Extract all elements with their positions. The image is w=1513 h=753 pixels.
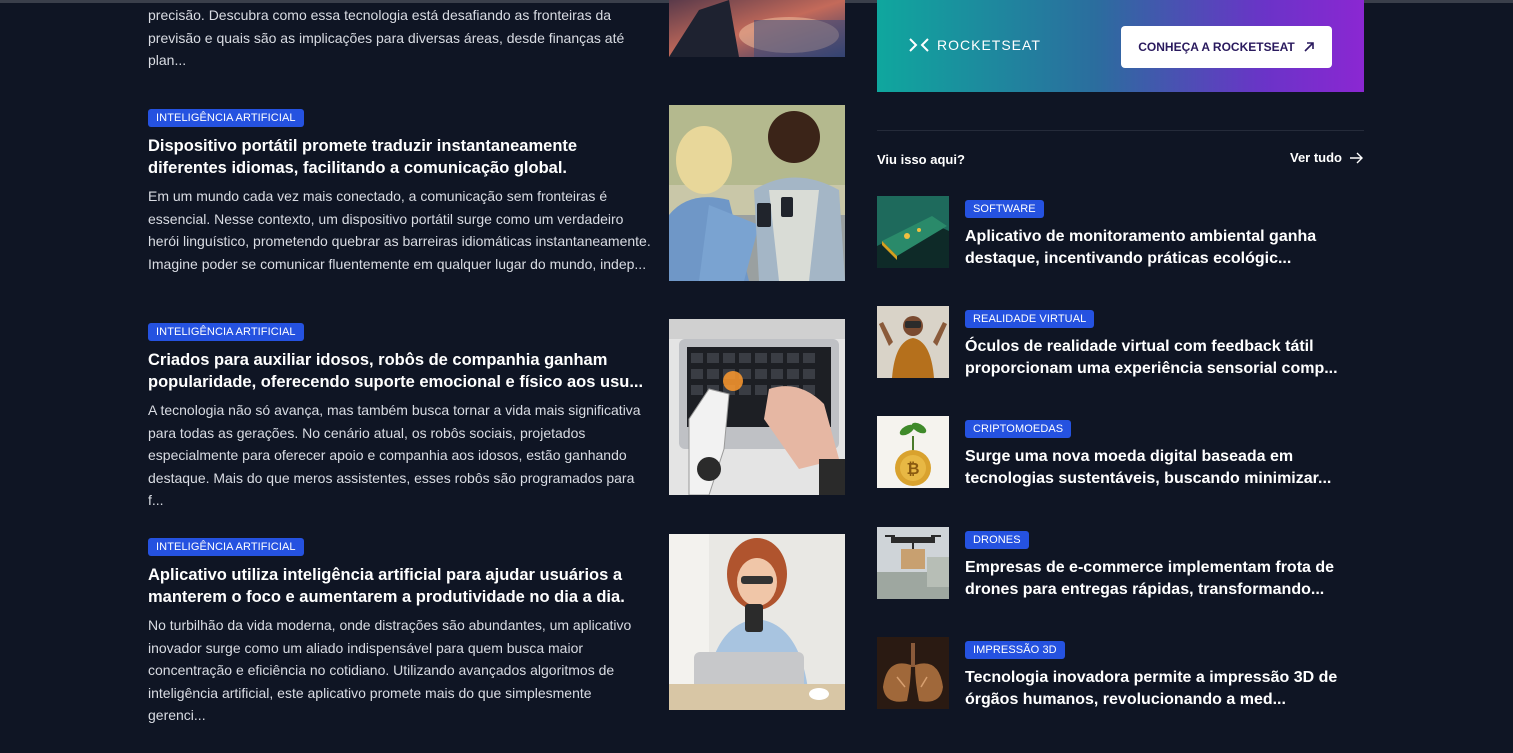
arrow-right-icon [1350, 152, 1363, 163]
sidebar-item-title[interactable]: Tecnologia inovadora permite a impressão… [965, 667, 1364, 711]
cta-label: CONHEÇA A ROCKETSEAT [1138, 40, 1295, 54]
title-line: popularidade, oferecendo suporte emocion… [148, 373, 644, 391]
excerpt-line: essencial. Nesse contexto, um dispositiv… [148, 210, 624, 227]
category-tag[interactable]: IMPRESSÃO 3D [965, 641, 1065, 659]
title-line: Aplicativo utiliza inteligência artifici… [148, 566, 623, 584]
excerpt-line: concentração e eficiência no cotidiano. … [148, 662, 615, 678]
sidebar-item-thumbnail[interactable]: ₿ [877, 416, 949, 488]
sidebar-item-thumbnail[interactable] [877, 637, 949, 709]
sidebar-item[interactable]: IMPRESSÃO 3D Tecnologia inovadora permit… [877, 637, 1364, 709]
title-line: proporcionam uma experiência sensorial c… [965, 360, 1338, 377]
sidebar-item[interactable]: SOFTWARE Aplicativo de monitoramento amb… [877, 196, 1364, 268]
excerpt-line: inteligência artificial, este aplicativo… [148, 684, 592, 724]
title-line: Aplicativo de monitoramento ambiental ga… [965, 228, 1317, 245]
see-all-label: Ver tudo [1289, 150, 1342, 165]
article-excerpt: precisão. Descubra como essa tecnologia … [148, 4, 651, 72]
sidebar-item-title[interactable]: Surge uma nova moeda digital baseada em … [965, 446, 1364, 490]
excerpt-line: para todas as gerações. No cenário atual… [148, 424, 586, 441]
title-line: drones para entregas rápidas, transforma… [965, 581, 1325, 598]
title-line: Dispositivo portátil promete traduzir in… [148, 137, 578, 155]
article-text: INTELIGÊNCIA ARTIFICIAL Criados para aux… [148, 322, 651, 512]
category-tag[interactable]: INTELIGÊNCIA ARTIFICIAL [148, 109, 304, 127]
excerpt-line: Imagine poder se comunicar fluentemente … [148, 255, 647, 272]
sidebar-item-body: REALIDADE VIRTUAL Óculos de realidade vi… [965, 309, 1364, 380]
sidebar-item-body: CRIPTOMOEDAS Surge uma nova moeda digita… [965, 419, 1364, 490]
title-line: Óculos de realidade virtual com feedback… [965, 338, 1314, 355]
article-title[interactable]: Dispositivo portátil promete traduzir in… [148, 135, 651, 179]
excerpt-line: herói linguístico, prometendo quebrar as… [148, 233, 651, 249]
excerpt-line: especialmente para oferecer apoio e comp… [148, 447, 627, 463]
article-title[interactable]: Criados para auxiliar idosos, robôs de c… [148, 349, 651, 393]
article-thumbnail[interactable] [669, 105, 845, 281]
sidebar-item-title[interactable]: Aplicativo de monitoramento ambiental ga… [965, 226, 1364, 270]
category-tag[interactable]: SOFTWARE [965, 200, 1044, 218]
svg-text:₿: ₿ [906, 459, 919, 478]
sidebar-item-thumbnail[interactable] [877, 527, 949, 599]
sidebar-header: Viu isso aqui? Ver tudo [877, 150, 1364, 170]
excerpt-line: inovador surge como um aliado indispensá… [148, 639, 584, 656]
excerpt-line: precisão. Descubra como essa tecnologia … [148, 7, 612, 23]
article-thumbnail[interactable] [669, 319, 845, 495]
rocketseat-logo: ROCKETSEAT [909, 37, 1041, 53]
sidebar-item-body: DRONES Empresas de e-commerce implementa… [965, 530, 1364, 601]
article-text: INTELIGÊNCIA ARTIFICIAL Dispositivo port… [148, 108, 651, 275]
title-line: órgãos humanos, revolucionando a med... [965, 691, 1286, 708]
title-line: Empresas de e-commerce implementam frota… [965, 559, 1335, 576]
sidebar-item-thumbnail[interactable] [877, 306, 949, 378]
category-tag[interactable]: INTELIGÊNCIA ARTIFICIAL [148, 323, 304, 341]
sidebar-item[interactable]: ₿ CRIPTOMOEDAS Surge uma nova moeda digi… [877, 416, 1364, 488]
sidebar-item[interactable]: REALIDADE VIRTUAL Óculos de realidade vi… [877, 306, 1364, 378]
rocketseat-cta-button[interactable]: CONHEÇA A ROCKETSEAT [1121, 26, 1332, 68]
article-partial-thumbnail[interactable] [669, 0, 845, 57]
article-excerpt: Em um mundo cada vez mais conectado, a c… [148, 185, 651, 275]
article-thumbnail[interactable] [669, 534, 845, 710]
category-tag[interactable]: CRIPTOMOEDAS [965, 420, 1072, 438]
article-text: INTELIGÊNCIA ARTIFICIAL Aplicativo utili… [148, 537, 651, 727]
excerpt-line: No turbilhão da vida moderna, onde distr… [148, 617, 632, 633]
title-line: diferentes idiomas, facilitando a comuni… [148, 159, 568, 177]
sidebar-item[interactable]: DRONES Empresas de e-commerce implementa… [877, 527, 1364, 599]
category-tag[interactable]: DRONES [965, 531, 1029, 549]
title-line: Criados para auxiliar idosos, robôs de c… [148, 351, 608, 369]
title-line: Tecnologia inovadora permite a impressão… [965, 669, 1338, 686]
excerpt-line: A tecnologia não só avança, mas também b… [148, 402, 641, 418]
sidebar-heading: Viu isso aqui? [877, 152, 965, 167]
rocketseat-banner[interactable]: ROCKETSEAT CONHEÇA A ROCKETSEAT [877, 0, 1364, 92]
excerpt-line: destaque. Mais do que meros assistentes,… [148, 469, 635, 509]
title-line: tecnologias sustentáveis, buscando minim… [965, 470, 1332, 487]
rocketseat-logo-icon [909, 38, 929, 52]
category-tag[interactable]: INTELIGÊNCIA ARTIFICIAL [148, 538, 304, 556]
article-partial[interactable]: precisão. Descubra como essa tecnologia … [148, 0, 651, 72]
title-line: destaque, incentivando práticas ecológic… [965, 250, 1292, 267]
see-all-link[interactable]: Ver tudo [1290, 150, 1364, 165]
rocketseat-logo-text: ROCKETSEAT [937, 37, 1041, 53]
category-tag[interactable]: REALIDADE VIRTUAL [965, 310, 1095, 328]
sidebar-divider [877, 130, 1364, 131]
title-line: Surge uma nova moeda digital baseada em [965, 448, 1294, 465]
article-excerpt: A tecnologia não só avança, mas também b… [148, 399, 651, 512]
sidebar-item-body: IMPRESSÃO 3D Tecnologia inovadora permit… [965, 640, 1364, 711]
excerpt-line: previsão e quais são as implicações para… [148, 29, 625, 46]
title-line: manterem o foco e aumentarem a produtivi… [148, 588, 625, 606]
excerpt-line: plan... [148, 52, 187, 68]
sidebar-item-thumbnail[interactable] [877, 196, 949, 268]
excerpt-line: Em um mundo cada vez mais conectado, a c… [148, 188, 608, 204]
article-title[interactable]: Aplicativo utiliza inteligência artifici… [148, 564, 651, 608]
external-arrow-icon [1304, 42, 1314, 52]
article-excerpt: No turbilhão da vida moderna, onde distr… [148, 614, 651, 727]
sidebar-item-title[interactable]: Empresas de e-commerce implementam frota… [965, 557, 1364, 601]
sidebar-item-title[interactable]: Óculos de realidade virtual com feedback… [965, 336, 1364, 380]
sidebar-item-body: SOFTWARE Aplicativo de monitoramento amb… [965, 199, 1364, 270]
